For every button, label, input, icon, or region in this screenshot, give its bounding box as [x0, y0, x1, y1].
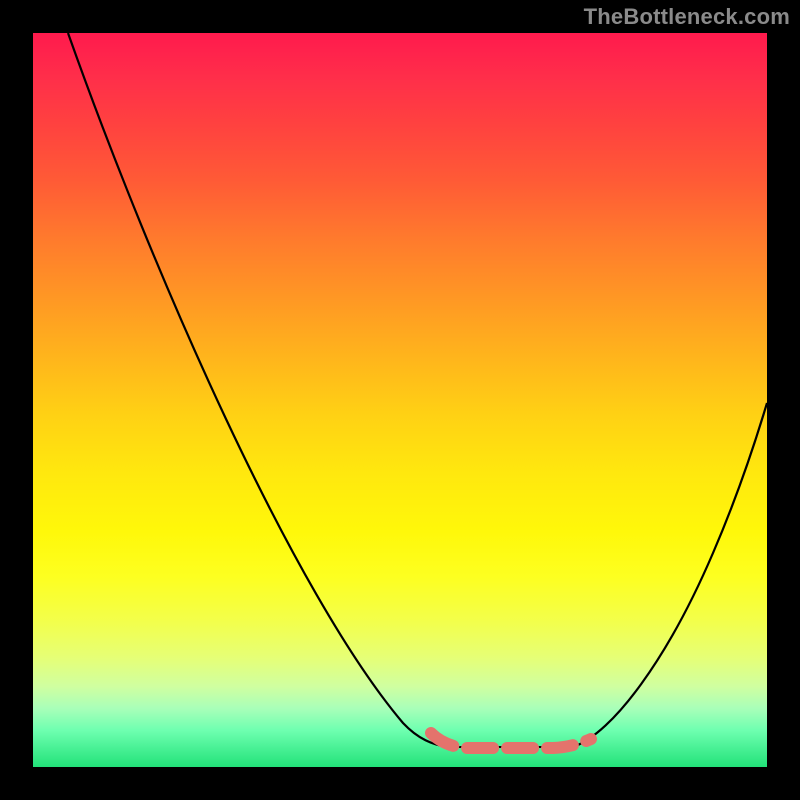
plot-area — [33, 33, 767, 767]
watermark-text: TheBottleneck.com — [584, 4, 790, 30]
chart-frame: TheBottleneck.com — [0, 0, 800, 800]
right-curve — [573, 403, 767, 747]
curve-overlay — [33, 33, 767, 767]
optimum-marker — [431, 733, 591, 748]
left-curve — [68, 33, 448, 747]
